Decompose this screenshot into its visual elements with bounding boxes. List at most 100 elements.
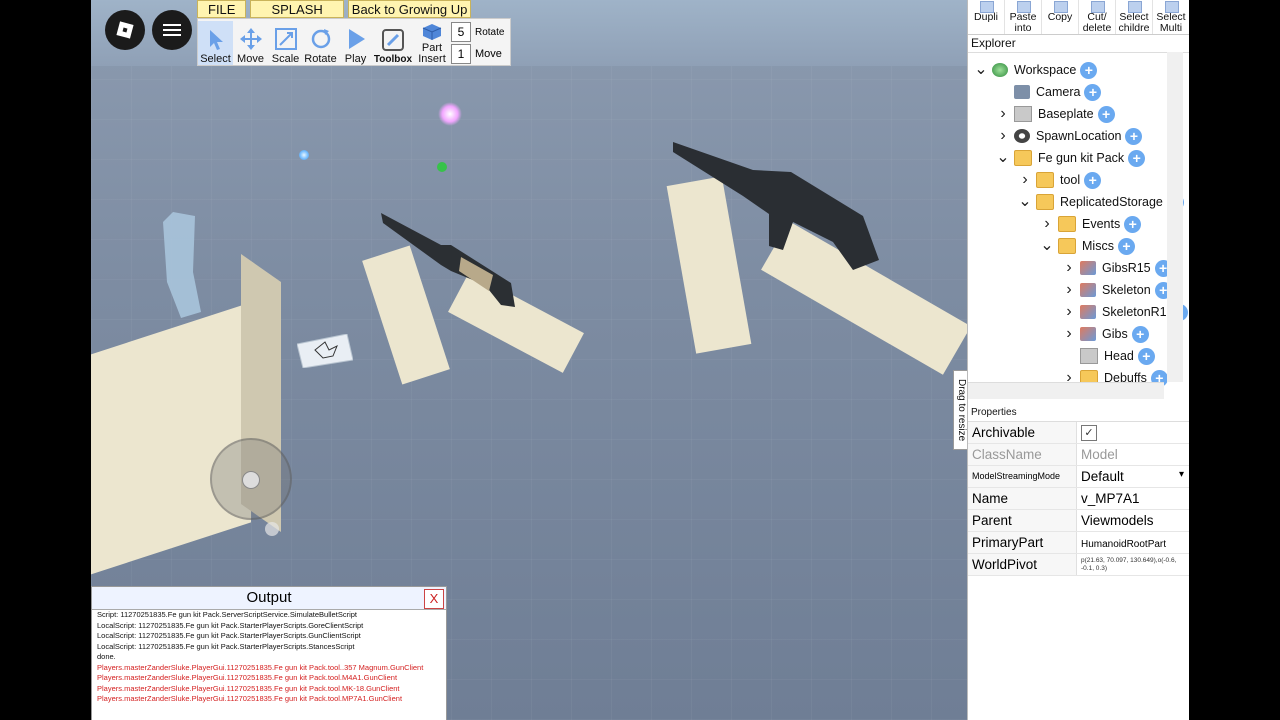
explorer-item-label: Workspace [1014,63,1077,77]
explorer-item[interactable]: › tool + [1018,169,1102,191]
add-child-icon[interactable]: + [1117,237,1135,255]
ribbon-button-3[interactable]: Cut/ delete [1079,0,1116,34]
ribbon-button-5[interactable]: Select Multi [1153,0,1189,34]
property-row[interactable]: PrimaryPart HumanoidRootPart [968,532,1189,554]
chevron-right-icon[interactable]: › [1062,281,1076,299]
explorer-item-label: Fe gun kit Pack [1038,151,1125,165]
ribbon-button-1[interactable]: Paste into [1005,0,1042,34]
part-insert-tool[interactable]: Part Insert [413,21,451,65]
explorer-item[interactable]: Camera + [996,81,1102,103]
property-value[interactable]: p(21.63, 70.097, 130.649),o(-0.6, -0.1, … [1077,557,1189,573]
roblox-menu-button[interactable] [105,10,145,50]
model-icon [1080,283,1096,297]
part-insert-label-2: Insert [418,53,446,65]
property-row[interactable]: Archivable ✓ [968,422,1189,444]
property-row[interactable]: Name v_MP7A1 [968,488,1189,510]
output-line: Script: 11270251835.Fe gun kit Pack.Serv… [97,610,357,619]
output-line: Players.masterZanderSluke.PlayerGui.1127… [97,683,400,693]
add-child-icon[interactable]: + [1128,149,1146,167]
explorer-item-label: tool [1060,173,1081,187]
hamburger-menu-button[interactable] [152,10,192,50]
block-left [91,302,251,578]
chevron-right-icon[interactable]: › [1062,303,1076,321]
chevron-right-icon[interactable]: › [1018,171,1032,189]
add-child-icon[interactable]: + [1131,325,1149,343]
splash-tab[interactable]: SPLASH [250,0,344,18]
ribbon-button-4[interactable]: Select childre [1116,0,1153,34]
rotate-step-input[interactable]: 5 [451,22,471,42]
chevron-right-icon[interactable]: › [1062,325,1076,343]
chevron-down-icon[interactable]: ⌄ [1040,238,1054,254]
thumbstick-knob[interactable] [242,471,260,489]
explorer-item[interactable]: › Skeleton + [1062,279,1172,301]
back-tab[interactable]: Back to Growing Up [347,0,472,18]
camera-icon [1014,85,1030,99]
rotate-tool[interactable]: Rotate [303,21,338,65]
chevron-down-icon[interactable]: ⌄ [996,150,1010,166]
property-row[interactable]: ModelStreamingMode Default ▾ [968,466,1189,488]
chevron-right-icon[interactable]: › [1040,215,1054,233]
explorer-tree[interactable]: ⌄ Workspace + Camera + › Baseplate + › SpawnLocat… [968,53,1189,391]
property-row[interactable]: ClassName Model [968,444,1189,466]
move-tool[interactable]: Move [233,21,268,65]
chevron-right-icon[interactable]: › [996,105,1010,123]
property-value[interactable]: HumanoidRootPart [1077,535,1189,550]
explorer-item[interactable]: Head + [1062,345,1155,367]
archivable-checkbox[interactable]: ✓ [1081,425,1097,441]
file-tab[interactable]: FILE [197,0,247,18]
select-tool[interactable]: Select [198,21,233,65]
ribbon-button-2[interactable]: Copy [1042,0,1079,34]
toolbox-tool[interactable]: Toolbox [373,21,413,65]
explorer-item[interactable]: › Baseplate + [996,103,1115,125]
3d-viewport[interactable]: FILE SPLASH Back to Growing Up Select Mo… [91,0,967,720]
property-value[interactable]: Model [1077,447,1189,462]
chevron-down-icon[interactable]: ⌄ [974,62,988,78]
property-value-text: Default [1081,469,1124,484]
explorer-item[interactable]: › SpawnLocation + [996,125,1143,147]
property-row[interactable]: Parent Viewmodels [968,510,1189,532]
move-step-label: Move [475,48,502,60]
chevron-down-icon[interactable]: ⌄ [1018,194,1032,210]
ribbon-button-0[interactable]: Dupli [968,0,1005,34]
explorer-vertical-scrollbar[interactable] [1167,52,1183,382]
explorer-item[interactable]: ⌄ Miscs + [1040,235,1135,257]
add-child-icon[interactable]: + [1080,61,1098,79]
explorer-item[interactable]: › Events + [1040,213,1142,235]
play-tool[interactable]: Play [338,21,373,65]
add-child-icon[interactable]: + [1124,215,1142,233]
chevron-right-icon[interactable]: › [1062,259,1076,277]
add-child-icon[interactable]: + [1137,347,1155,365]
output-close-button[interactable]: X [424,589,444,609]
add-child-icon[interactable]: + [1097,105,1115,123]
menu-bar: FILE SPLASH Back to Growing Up [197,0,472,18]
property-value[interactable]: Viewmodels [1077,513,1189,528]
explorer-item[interactable]: ⌄ReplicatedStorage+ [1018,191,1184,213]
explorer-item[interactable]: › Gibs + [1062,323,1149,345]
property-value[interactable]: v_MP7A1 [1077,491,1189,506]
move-step-input[interactable]: 1 [451,44,471,64]
add-child-icon[interactable]: + [1084,83,1102,101]
explorer-horizontal-scrollbar[interactable] [968,382,1164,399]
property-value[interactable]: ✓ [1077,424,1189,441]
dropdown-arrow-icon[interactable]: ▾ [1179,469,1184,480]
rifle-model-long[interactable] [673,130,883,280]
output-log[interactable]: Script: 11270251835.Fe gun kit Pack.Serv… [92,610,446,720]
globe-icon [992,63,1008,77]
property-row[interactable]: WorldPivot p(21.63, 70.097, 130.649),o(-0… [968,554,1189,576]
thumbstick[interactable] [210,438,292,520]
drag-to-resize-handle[interactable]: Drag to resize [953,370,967,450]
rifle-model-short[interactable] [381,205,521,315]
chevron-right-icon[interactable]: › [996,127,1010,145]
scale-tool[interactable]: Scale [268,21,303,65]
explorer-item[interactable]: › GibsR15 + [1062,257,1172,279]
add-child-icon[interactable]: + [1125,127,1143,145]
pistol-model[interactable] [153,212,203,322]
explorer-item[interactable]: ⌄ Workspace + [974,59,1098,81]
folder-icon [1014,150,1032,166]
output-window: Output X Script: 11270251835.Fe gun kit … [91,586,447,720]
explorer-item[interactable]: ⌄ Fe gun kit Pack + [996,147,1146,169]
roblox-logo-icon [116,21,134,39]
add-child-icon[interactable]: + [1084,171,1102,189]
rotate-tool-label: Rotate [304,53,337,65]
property-value[interactable]: Default ▾ [1077,469,1189,484]
